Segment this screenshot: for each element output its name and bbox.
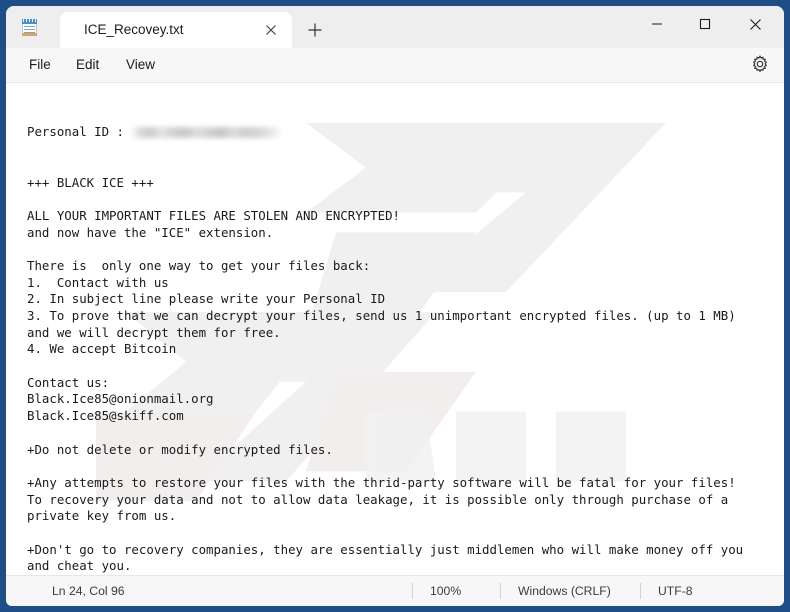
- menu-file[interactable]: File: [23, 55, 57, 74]
- note-line: and cheat you.: [27, 558, 132, 574]
- maximize-button[interactable]: [682, 6, 728, 42]
- status-divider: [500, 583, 501, 599]
- note-line: +Do not delete or modify encrypted files…: [27, 441, 333, 457]
- note-line: [27, 458, 784, 475]
- note-line: Black.Ice85@onionmail.org: [27, 391, 214, 407]
- note-line: [27, 425, 784, 442]
- note-line: There is only one way to get your files …: [27, 257, 371, 273]
- line-column-indicator: Ln 24, Col 96: [52, 584, 125, 598]
- note-line: +Don't go to recovery companies, they ar…: [27, 541, 744, 557]
- text-editor-area[interactable]: Personal ID : +++ BLACK ICE +++ ALL YOUR…: [6, 83, 784, 575]
- status-divider: [640, 583, 641, 599]
- new-tab-button[interactable]: [304, 19, 326, 41]
- tab-title: ICE_Recovey.txt: [84, 22, 184, 37]
- note-line: +++ BLACK ICE +++: [27, 174, 154, 190]
- note-line: 4. We accept Bitcoin: [27, 341, 177, 357]
- note-line: ALL YOUR IMPORTANT FILES ARE STOLEN AND …: [27, 207, 400, 223]
- window-close-button[interactable]: [732, 6, 778, 42]
- note-line: and we will decrypt them for free.: [27, 324, 281, 340]
- status-divider: [412, 583, 413, 599]
- note-line: 1. Contact with us: [27, 274, 169, 290]
- status-bar: Ln 24, Col 96 100% Windows (CRLF) UTF-8: [6, 575, 784, 606]
- note-line: +Any attempts to restore your files with…: [27, 474, 736, 490]
- note-line: private key from us.: [27, 508, 177, 524]
- note-line: [27, 191, 784, 208]
- title-bar: ICE_Recovey.txt: [6, 6, 784, 48]
- gear-icon[interactable]: [750, 54, 770, 74]
- notepad-app-icon: [20, 17, 40, 38]
- zoom-level[interactable]: 100%: [430, 584, 461, 598]
- menu-view[interactable]: View: [120, 55, 161, 74]
- note-line: and now have the "ICE" extension.: [27, 224, 274, 240]
- note-line: 3. To prove that we can decrypt your fil…: [27, 308, 736, 323]
- note-line: [27, 358, 784, 375]
- notepad-window: ICE_Recovey.txt File Edit View Personal …: [6, 6, 784, 606]
- menu-edit[interactable]: Edit: [70, 55, 105, 74]
- tab-ice-recovey[interactable]: ICE_Recovey.txt: [60, 12, 292, 48]
- personal-id-line: Personal ID :: [27, 124, 784, 141]
- personal-id-label: Personal ID :: [27, 124, 124, 140]
- note-line: [27, 241, 784, 258]
- ransom-note-text[interactable]: Personal ID : +++ BLACK ICE +++ ALL YOUR…: [6, 83, 784, 575]
- close-icon[interactable]: [262, 21, 280, 39]
- note-line: Contact us:: [27, 374, 110, 390]
- note-line: [27, 525, 784, 542]
- personal-id-redacted-value: [131, 127, 282, 139]
- note-line: 2. In subject line please write your Per…: [27, 291, 386, 307]
- encoding-indicator[interactable]: UTF-8: [658, 584, 693, 598]
- minimize-button[interactable]: [634, 6, 680, 42]
- note-body: +++ BLACK ICE +++ ALL YOUR IMPORTANT FIL…: [27, 175, 784, 576]
- note-line: To recovery your data and not to allow d…: [27, 491, 729, 507]
- note-line: Black.Ice85@skiff.com: [27, 408, 184, 424]
- line-ending-indicator[interactable]: Windows (CRLF): [518, 584, 611, 598]
- menu-bar: File Edit View: [6, 48, 784, 83]
